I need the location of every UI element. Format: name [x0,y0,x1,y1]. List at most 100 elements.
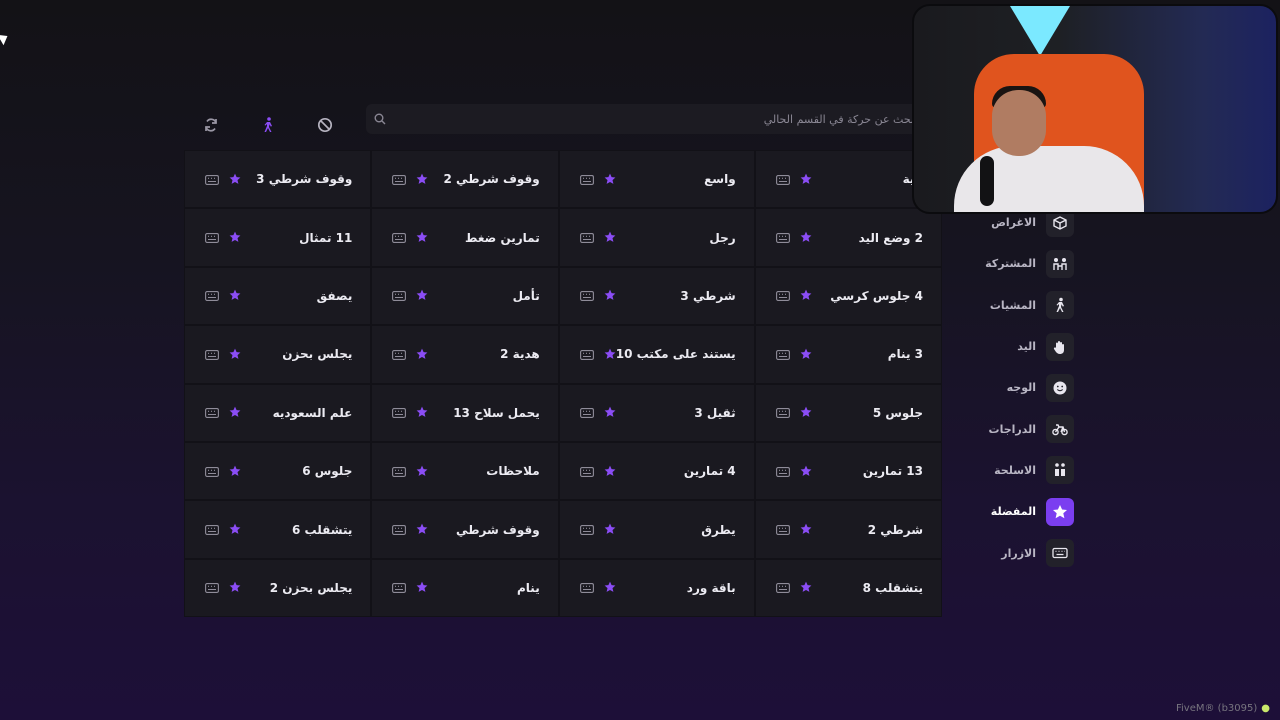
favorite-star-icon[interactable] [416,462,428,481]
keybind-icon[interactable] [775,520,790,539]
keybind-icon[interactable] [579,462,594,481]
keybind-icon[interactable] [205,345,219,364]
animation-cell[interactable]: وقوف شرطي 3 [184,150,372,209]
favorite-star-icon[interactable] [800,228,812,247]
animation-cell[interactable]: ملاحظات [371,441,559,501]
sidebar-item-shared[interactable]: المشتركة [976,243,1080,284]
favorite-star-icon[interactable] [604,170,616,189]
favorite-star-icon[interactable] [229,345,241,364]
animation-cell[interactable]: 4 جلوس كرسي [754,266,942,326]
favorite-star-icon[interactable] [416,286,428,305]
favorite-star-icon[interactable] [800,520,812,539]
favorite-star-icon[interactable] [229,403,241,422]
animation-cell[interactable]: يستند على مكتب 10 [558,325,755,384]
animation-cell[interactable]: يطرق [558,500,755,559]
sidebar-item-walk[interactable]: المشيات [976,285,1080,326]
animation-cell[interactable]: رجل [558,208,755,267]
keybind-icon[interactable] [205,228,219,247]
animation-cell[interactable]: وقوف شرطي [371,500,559,559]
favorite-star-icon[interactable] [604,578,616,597]
keybind-icon[interactable] [205,578,219,597]
favorite-star-icon[interactable] [604,520,616,539]
keybind-icon[interactable] [205,520,219,539]
favorite-star-icon[interactable] [416,228,428,247]
sidebar-item-face[interactable]: الوجه [976,367,1080,408]
keybind-icon[interactable] [392,520,407,539]
keybind-icon[interactable] [775,228,790,247]
favorite-star-icon[interactable] [416,578,428,597]
keybind-icon[interactable] [775,578,790,597]
animation-cell[interactable]: وقوف شرطي 2 [371,150,559,209]
animation-cell[interactable]: يصفق [184,266,372,326]
favorite-star-icon[interactable] [604,462,616,481]
keybind-icon[interactable] [579,578,594,597]
keybind-icon[interactable] [579,345,594,364]
keybind-icon[interactable] [775,403,790,422]
keybind-icon[interactable] [392,462,407,481]
favorite-star-icon[interactable] [800,578,812,597]
animation-cell[interactable]: هدية 2 [371,325,559,384]
animation-cell[interactable]: ينام [371,558,559,618]
animation-cell[interactable]: تمارين ضغط [371,208,559,267]
keybind-icon[interactable] [579,228,594,247]
favorite-star-icon[interactable] [416,345,428,364]
cancel-button[interactable] [310,112,340,138]
favorite-star-icon[interactable] [416,403,428,422]
animation-cell[interactable]: 2 وضع اليد [754,208,942,267]
animation-cell[interactable]: 11 تمثال [184,208,372,267]
keybind-icon[interactable] [205,170,219,189]
keybind-icon[interactable] [775,286,790,305]
animation-cell[interactable]: جلوس 6 [184,441,372,501]
animation-cell[interactable]: يتشقلب 6 [184,500,372,559]
favorite-star-icon[interactable] [416,520,428,539]
keybind-icon[interactable] [392,228,407,247]
sidebar-item-star[interactable]: المفضلة [976,491,1080,532]
sidebar-item-weapon[interactable]: الاسلحة [976,450,1080,491]
favorite-star-icon[interactable] [800,286,812,305]
animation-cell[interactable]: 3 ينام [754,325,942,384]
favorite-star-icon[interactable] [604,345,616,364]
keybind-icon[interactable] [392,170,407,189]
animation-cell[interactable]: يجلس بحزن [184,325,372,384]
keybind-icon[interactable] [392,403,407,422]
favorite-star-icon[interactable] [229,286,241,305]
favorite-star-icon[interactable] [229,228,241,247]
keybind-icon[interactable] [392,345,407,364]
animation-cell[interactable]: جلوس 5 [754,383,942,442]
keybind-icon[interactable] [392,578,407,597]
refresh-button[interactable] [196,112,226,138]
favorite-star-icon[interactable] [800,170,812,189]
animation-cell[interactable]: تأمل [371,266,559,326]
keybind-icon[interactable] [775,345,790,364]
sidebar-item-bike[interactable]: الدراجات [976,408,1080,449]
animation-cell[interactable]: يحمل سلاح 13 [371,383,559,442]
keybind-icon[interactable] [205,462,219,481]
sidebar-item-keyboard[interactable]: الازرار [976,532,1080,573]
keybind-icon[interactable] [205,286,219,305]
favorite-star-icon[interactable] [229,578,241,597]
keybind-icon[interactable] [579,286,594,305]
animation-cell[interactable]: شرطي 3 [558,266,755,326]
keybind-icon[interactable] [579,170,594,189]
favorite-star-icon[interactable] [800,462,812,481]
favorite-star-icon[interactable] [229,462,241,481]
animation-cell[interactable]: شرطي 2 [754,500,942,559]
walk-toggle-button[interactable] [253,112,283,138]
keybind-icon[interactable] [775,170,790,189]
favorite-star-icon[interactable] [229,520,241,539]
keybind-icon[interactable] [775,462,790,481]
search-input[interactable] [394,112,920,126]
sidebar-item-hand[interactable]: اليد [976,326,1080,367]
favorite-star-icon[interactable] [604,286,616,305]
keybind-icon[interactable] [579,403,594,422]
animation-cell[interactable]: 13 تمارين [754,441,942,501]
keybind-icon[interactable] [205,403,219,422]
animation-cell[interactable]: ثقيل 3 [558,383,755,442]
favorite-star-icon[interactable] [800,403,812,422]
animation-cell[interactable]: باقة ورد [558,558,755,618]
animation-cell[interactable]: علم السعوديه [184,383,372,442]
favorite-star-icon[interactable] [800,345,812,364]
animation-cell[interactable]: يجلس بحزن 2 [184,558,372,618]
favorite-star-icon[interactable] [229,170,241,189]
animation-cell[interactable]: واسع [558,150,755,209]
